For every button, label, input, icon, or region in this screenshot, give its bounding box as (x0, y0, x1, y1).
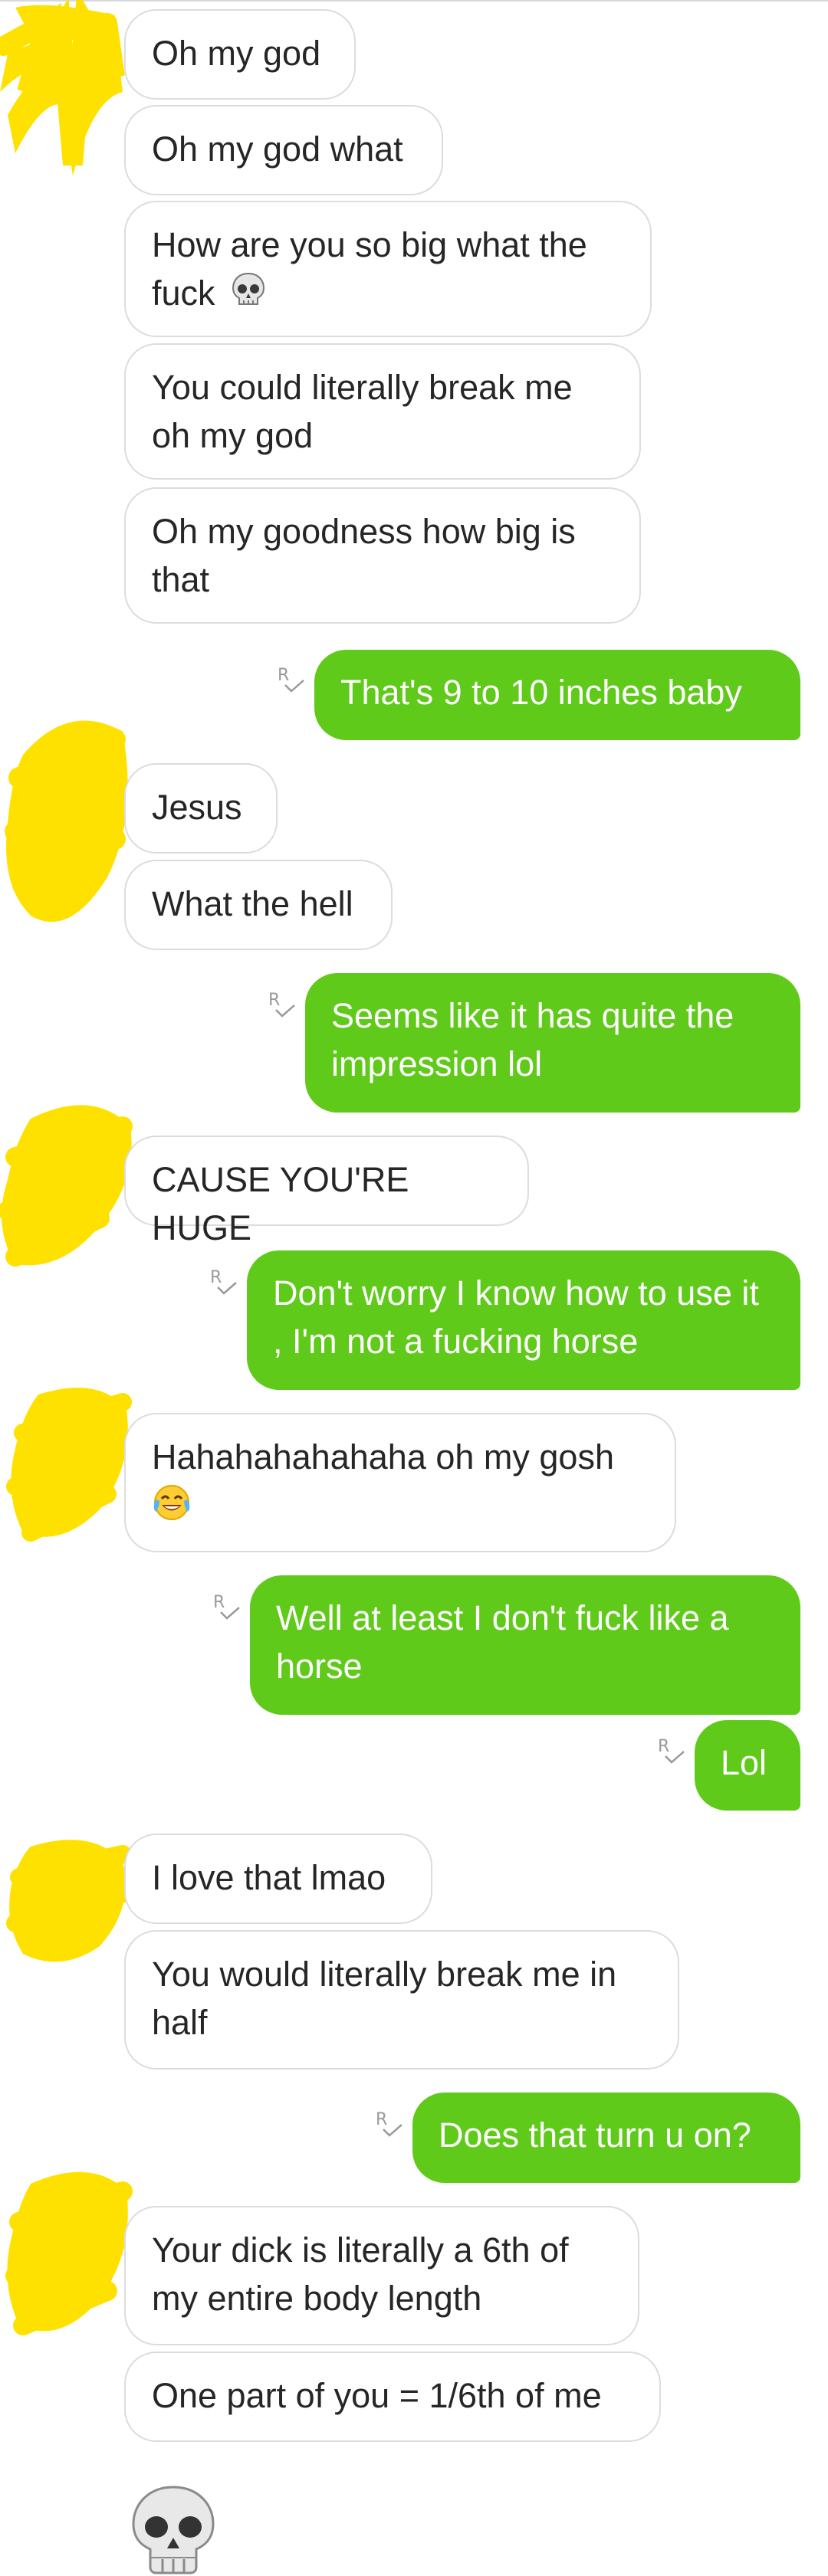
incoming-message: Oh my god what (124, 105, 443, 195)
read-receipt-icon: R (210, 1269, 241, 1304)
read-receipt-icon: R (213, 1594, 244, 1629)
incoming-message: Jesus (124, 763, 278, 854)
incoming-message: Your dick is literally a 6th of my entir… (124, 2206, 639, 2345)
read-receipt-icon: R (376, 2111, 406, 2146)
skull-emoji-icon (229, 270, 268, 321)
avatar-redaction-scribble (6, 1388, 138, 1542)
skull-emoji-icon (132, 2486, 215, 2574)
read-receipt-icon: R (278, 667, 308, 702)
incoming-message: CAUSE YOU'RE HUGE (124, 1136, 529, 1247)
outgoing-message: Seems like it has quite the impression l… (305, 973, 800, 1113)
tears-of-joy-emoji-icon (152, 1483, 192, 1535)
avatar-redaction-scribble (6, 1840, 136, 1962)
message-text: Hahahahahahaha oh my gosh (152, 1437, 614, 1476)
avatar-redaction-scribble (0, 0, 125, 176)
incoming-message: One part of you = 1/6th of me (124, 2352, 661, 2442)
message-text: How are you so big what the fuck (152, 225, 587, 313)
avatar-redaction-scribble (0, 1105, 136, 1267)
read-receipt-icon: R (658, 1738, 688, 1773)
incoming-message: Hahahahahahaha oh my gosh (124, 1413, 676, 1552)
outgoing-message: Don't worry I know how to use it , I'm n… (247, 1250, 800, 1390)
incoming-message: How are you so big what the fuck (124, 201, 652, 337)
outgoing-message: That's 9 to 10 inches baby (314, 650, 800, 740)
incoming-message: You would literally break me in half (124, 1930, 679, 2070)
incoming-message: I love that lmao (124, 1834, 432, 1924)
read-receipt-icon: R (268, 991, 299, 1027)
outgoing-message: Well at least I don't fuck like a horse (250, 1575, 800, 1715)
incoming-message: You could literally break me oh my god (124, 343, 641, 480)
avatar-redaction-scribble (5, 720, 137, 923)
incoming-message: Oh my goodness how big is that (124, 487, 641, 624)
outgoing-message: Lol (695, 1720, 800, 1811)
avatar-redaction-scribble (5, 2171, 136, 2335)
incoming-message: Oh my god (124, 9, 356, 100)
outgoing-message: Does that turn u on? (412, 2093, 800, 2183)
incoming-message: What the hell (124, 860, 393, 950)
